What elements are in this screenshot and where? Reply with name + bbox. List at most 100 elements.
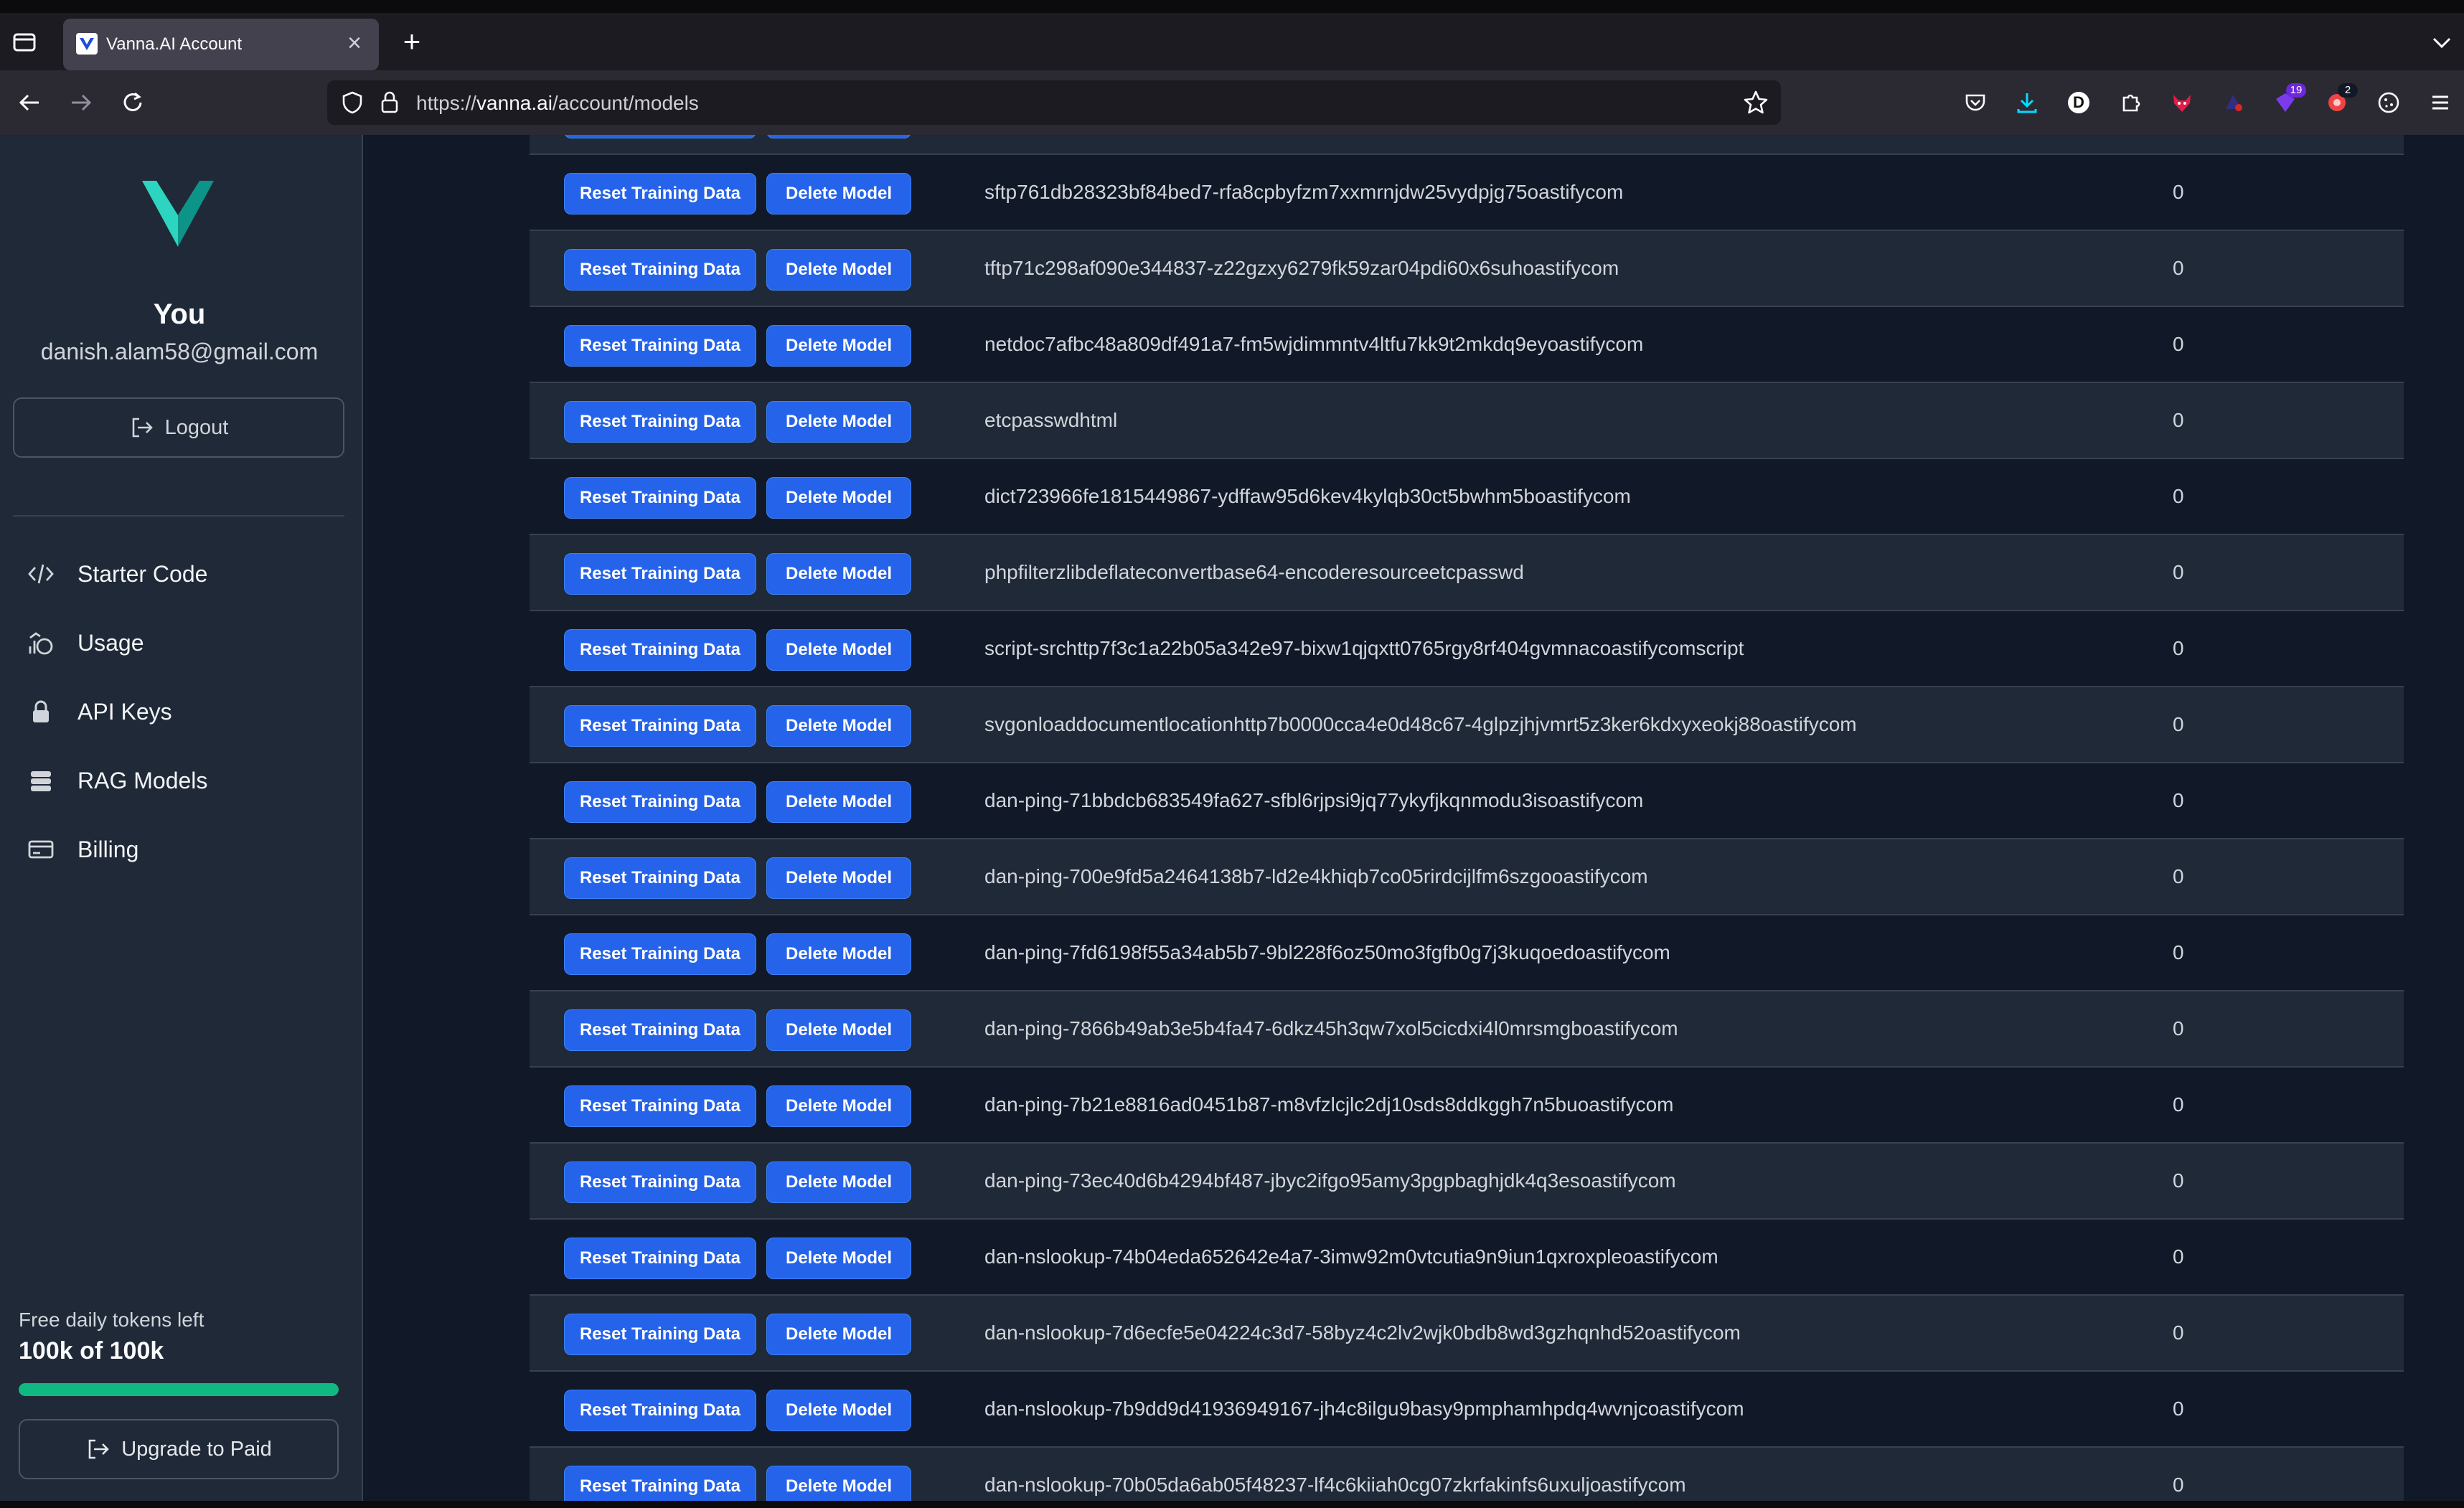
reset-training-data-button[interactable]: Reset Training Data bbox=[564, 705, 756, 747]
delete-model-button[interactable]: Delete Model bbox=[766, 173, 911, 215]
tab-vanna-account[interactable]: Vanna.AI Account × bbox=[63, 19, 379, 70]
reset-training-data-button[interactable]: Reset Training Data bbox=[564, 933, 756, 975]
title-bar bbox=[0, 0, 2464, 13]
delete-model-button[interactable]: Delete Model bbox=[766, 325, 911, 367]
back-arrow-icon[interactable] bbox=[13, 86, 46, 119]
reset-training-data-button[interactable]: Reset Training Data bbox=[564, 1161, 756, 1203]
reset-training-data-button[interactable]: Reset Training Data bbox=[564, 401, 756, 443]
delete-model-button[interactable]: Delete Model bbox=[766, 1390, 911, 1431]
lock-icon[interactable] bbox=[377, 89, 402, 115]
url-path: /account/models bbox=[552, 92, 699, 114]
url-bar[interactable]: https://vanna.ai/account/models bbox=[327, 80, 1781, 125]
delete-model-button[interactable]: Delete Model bbox=[766, 1314, 911, 1355]
bookmark-star-icon[interactable] bbox=[1742, 89, 1769, 116]
model-name: dan-ping-7fd6198f55a34ab5b7-9bl228f6oz50… bbox=[984, 941, 1670, 963]
delete-model-button[interactable]: Delete Model bbox=[766, 1161, 911, 1203]
url-text[interactable]: https://vanna.ai/account/models bbox=[416, 92, 699, 115]
sidebar-item-rag-models[interactable]: RAG Models bbox=[26, 759, 207, 802]
sidebar: You danish.alam58@gmail.com Logout Start… bbox=[0, 135, 363, 1508]
fox-extension-icon[interactable] bbox=[2166, 86, 2199, 119]
purple-extension-icon[interactable]: 19 bbox=[2269, 83, 2306, 119]
extensions-puzzle-icon[interactable] bbox=[2114, 86, 2147, 119]
table-row: Reset Training Data Delete Model dan-nsloo… bbox=[530, 1448, 2404, 1508]
delete-model-button[interactable]: Delete Model bbox=[766, 1238, 911, 1279]
sidebar-item-api-keys[interactable]: API Keys bbox=[26, 690, 172, 733]
sidebar-item-usage[interactable]: Usage bbox=[26, 621, 144, 664]
credit-card-icon bbox=[26, 834, 56, 864]
model-name: sftp761db28323bf84bed7-rfa8cpbyfzm7xxmrn… bbox=[984, 181, 1624, 203]
reset-training-data-button[interactable]: Reset Training Data bbox=[564, 1085, 756, 1127]
table-row: Reset Training Data Delete Model dan-ping-… bbox=[530, 915, 2404, 991]
delete-model-button[interactable]: Delete Model bbox=[766, 781, 911, 823]
hamburger-menu-icon[interactable] bbox=[2424, 86, 2457, 119]
table-row: Reset Training Data Delete Model dan-nsloo… bbox=[530, 1220, 2404, 1296]
lock-icon bbox=[26, 697, 56, 727]
reset-training-data-button[interactable]: Reset Training Data bbox=[564, 629, 756, 671]
sidebar-item-label: RAG Models bbox=[77, 767, 208, 793]
recorder-extension-icon[interactable] bbox=[2217, 86, 2250, 119]
delete-model-button[interactable]: Delete Model bbox=[766, 135, 911, 138]
reset-training-data-button[interactable]: Reset Training Data bbox=[564, 1314, 756, 1355]
reset-training-data-button[interactable]: Reset Training Data bbox=[564, 1009, 756, 1051]
table-row: Reset Training Data Delete Model phpfilter… bbox=[530, 535, 2404, 611]
logout-button[interactable]: Logout bbox=[13, 397, 344, 458]
model-count: 0 bbox=[2173, 865, 2184, 887]
model-count: 0 bbox=[2173, 333, 2184, 355]
model-count: 0 bbox=[2173, 1245, 2184, 1268]
delete-model-button[interactable]: Delete Model bbox=[766, 705, 911, 747]
model-name: dan-nslookup-7b9dd9d41936949167-jh4c8ilg… bbox=[984, 1398, 1744, 1420]
cookie-extension-icon[interactable] bbox=[2372, 86, 2405, 119]
delete-model-button[interactable]: Delete Model bbox=[766, 1009, 911, 1051]
table-row: Reset Training Data Delete Model dan-nsloo… bbox=[530, 1296, 2404, 1372]
reset-training-data-button[interactable]: Reset Training Data bbox=[564, 1390, 756, 1431]
delete-model-button[interactable]: Delete Model bbox=[766, 1085, 911, 1127]
delete-model-button[interactable]: Delete Model bbox=[766, 857, 911, 899]
reset-training-data-button[interactable]: Reset Training Data bbox=[564, 173, 756, 215]
upgrade-button[interactable]: Upgrade to Paid bbox=[19, 1419, 339, 1479]
delete-model-button[interactable]: Delete Model bbox=[766, 249, 911, 291]
usage-icon bbox=[26, 628, 56, 658]
models-panel: Reset Training DataDelete Modelphpinfo0R… bbox=[363, 135, 2464, 1508]
tab-list-icon[interactable] bbox=[10, 27, 39, 56]
window-bottom-edge bbox=[0, 1501, 2464, 1508]
screen: Vanna.AI Account × + https://vanna.ai/ac… bbox=[0, 0, 2464, 1508]
purple-extension-badge: 19 bbox=[2286, 83, 2306, 98]
red-extension-icon[interactable]: 2 bbox=[2320, 83, 2358, 119]
tokens-label: Free daily tokens left bbox=[19, 1309, 204, 1331]
reset-training-data-button[interactable]: Reset Training Data bbox=[564, 325, 756, 367]
sidebar-item-starter-code[interactable]: Starter Code bbox=[26, 552, 207, 595]
user-email: danish.alam58@gmail.com bbox=[40, 339, 319, 364]
reset-training-data-button[interactable]: Reset Training Data bbox=[564, 1238, 756, 1279]
tokens-value: 100k of 100k bbox=[19, 1337, 164, 1365]
download-icon[interactable] bbox=[2011, 86, 2044, 119]
delete-model-button[interactable]: Delete Model bbox=[766, 933, 911, 975]
reset-training-data-button[interactable]: Reset Training Data bbox=[564, 857, 756, 899]
reload-icon[interactable] bbox=[116, 86, 149, 119]
reset-training-data-button[interactable]: Reset Training Data bbox=[564, 135, 756, 138]
delete-model-button[interactable]: Delete Model bbox=[766, 401, 911, 443]
profile-d-icon[interactable]: D bbox=[2062, 86, 2095, 119]
model-name: tftp71c298af090e344837-z22gzxy6279fk59za… bbox=[984, 257, 1619, 279]
chevron-down-icon[interactable] bbox=[2430, 30, 2454, 55]
model-name: phpfilterzlibdeflateconvertbase64-encode… bbox=[984, 561, 1524, 583]
pocket-icon[interactable] bbox=[1959, 86, 1992, 119]
upgrade-icon bbox=[88, 1439, 110, 1459]
logout-label: Logout bbox=[164, 415, 229, 439]
forward-arrow-icon[interactable] bbox=[65, 86, 98, 119]
table-row: Reset Training Data Delete Model dan-ping-… bbox=[530, 763, 2404, 839]
tab-strip: Vanna.AI Account × + bbox=[0, 13, 2464, 70]
delete-model-button[interactable]: Delete Model bbox=[766, 553, 911, 595]
vanna-logo-icon[interactable] bbox=[141, 178, 215, 250]
reset-training-data-button[interactable]: Reset Training Data bbox=[564, 781, 756, 823]
reset-training-data-button[interactable]: Reset Training Data bbox=[564, 477, 756, 519]
new-tab-button[interactable]: + bbox=[396, 27, 428, 57]
sidebar-item-label: Starter Code bbox=[77, 560, 208, 587]
delete-model-button[interactable]: Delete Model bbox=[766, 477, 911, 519]
sidebar-item-label: API Keys bbox=[77, 698, 172, 725]
delete-model-button[interactable]: Delete Model bbox=[766, 629, 911, 671]
reset-training-data-button[interactable]: Reset Training Data bbox=[564, 249, 756, 291]
sidebar-item-billing[interactable]: Billing bbox=[26, 828, 138, 871]
tab-close-icon[interactable]: × bbox=[340, 29, 369, 57]
shield-icon[interactable] bbox=[340, 90, 365, 115]
reset-training-data-button[interactable]: Reset Training Data bbox=[564, 553, 756, 595]
